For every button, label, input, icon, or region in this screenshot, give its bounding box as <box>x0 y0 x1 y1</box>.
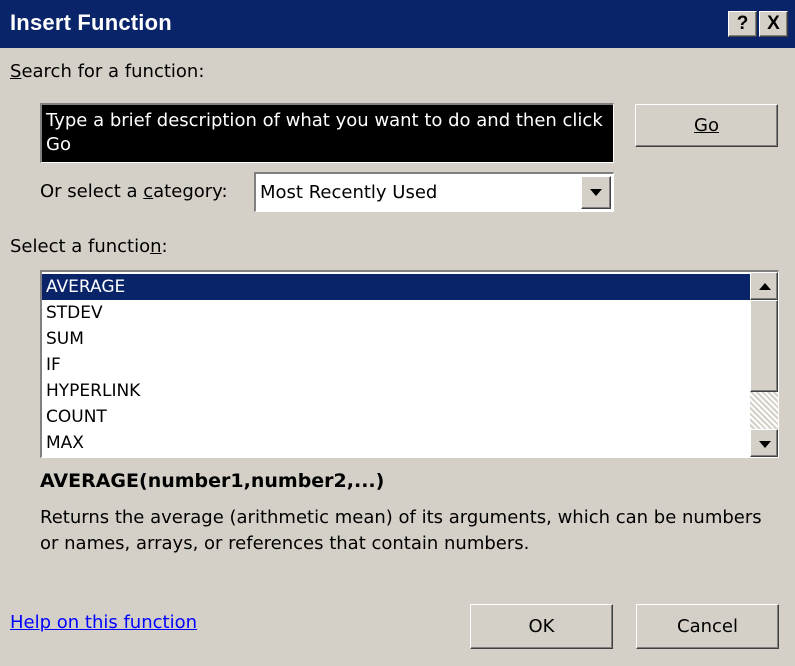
function-list-items: AVERAGE STDEV SUM IF HYPERLINK COUNT MAX <box>42 274 751 456</box>
search-label: Search for a function: <box>10 61 205 82</box>
scroll-up-button[interactable] <box>750 272 778 300</box>
search-input[interactable]: Type a brief description of what you wan… <box>40 103 614 163</box>
function-item-hyperlink[interactable]: HYPERLINK <box>42 378 751 404</box>
scroll-track[interactable] <box>750 392 778 429</box>
function-list-scrollbar[interactable] <box>750 272 778 457</box>
search-input-text: Type a brief description of what you wan… <box>46 110 603 155</box>
go-button[interactable]: Go <box>635 104 778 147</box>
help-on-function-link[interactable]: Help on this function <box>10 612 197 633</box>
category-select[interactable]: Most Recently Used <box>254 172 614 212</box>
function-item-average[interactable]: AVERAGE <box>42 274 751 300</box>
dropdown-arrow-icon <box>590 189 602 196</box>
close-icon: X <box>767 13 780 34</box>
function-item-stdev[interactable]: STDEV <box>42 300 751 326</box>
scroll-up-arrow-icon <box>759 283 771 290</box>
help-button[interactable]: ? <box>728 11 757 37</box>
ok-button-label: OK <box>528 616 555 637</box>
function-list-label: Select a function: <box>10 236 168 257</box>
function-description: Returns the average (arithmetic mean) of… <box>40 507 762 554</box>
scroll-down-button[interactable] <box>750 429 778 457</box>
category-label: Or select a category: <box>40 181 228 202</box>
category-dropdown-button[interactable] <box>581 176 611 209</box>
cancel-button-label: Cancel <box>677 616 738 637</box>
cancel-button[interactable]: Cancel <box>636 604 779 649</box>
function-item-if[interactable]: IF <box>42 352 751 378</box>
function-syntax: AVERAGE(number1,number2,...) <box>40 470 385 492</box>
go-button-label: Go <box>694 115 719 136</box>
window-title: Insert Function <box>10 10 172 35</box>
function-item-count[interactable]: COUNT <box>42 404 751 430</box>
function-list[interactable]: AVERAGE STDEV SUM IF HYPERLINK COUNT MAX <box>40 270 779 458</box>
title-bar[interactable]: Insert Function ? X <box>0 0 795 48</box>
function-item-max[interactable]: MAX <box>42 430 751 456</box>
function-item-sum[interactable]: SUM <box>42 326 751 352</box>
scroll-thumb[interactable] <box>750 300 778 392</box>
scroll-down-arrow-icon <box>759 441 771 448</box>
category-select-value: Most Recently Used <box>260 182 438 203</box>
insert-function-dialog: Insert Function ? X Search for a functio… <box>0 0 795 666</box>
help-icon: ? <box>736 13 749 34</box>
ok-button[interactable]: OK <box>470 604 613 649</box>
close-button[interactable]: X <box>759 11 788 37</box>
